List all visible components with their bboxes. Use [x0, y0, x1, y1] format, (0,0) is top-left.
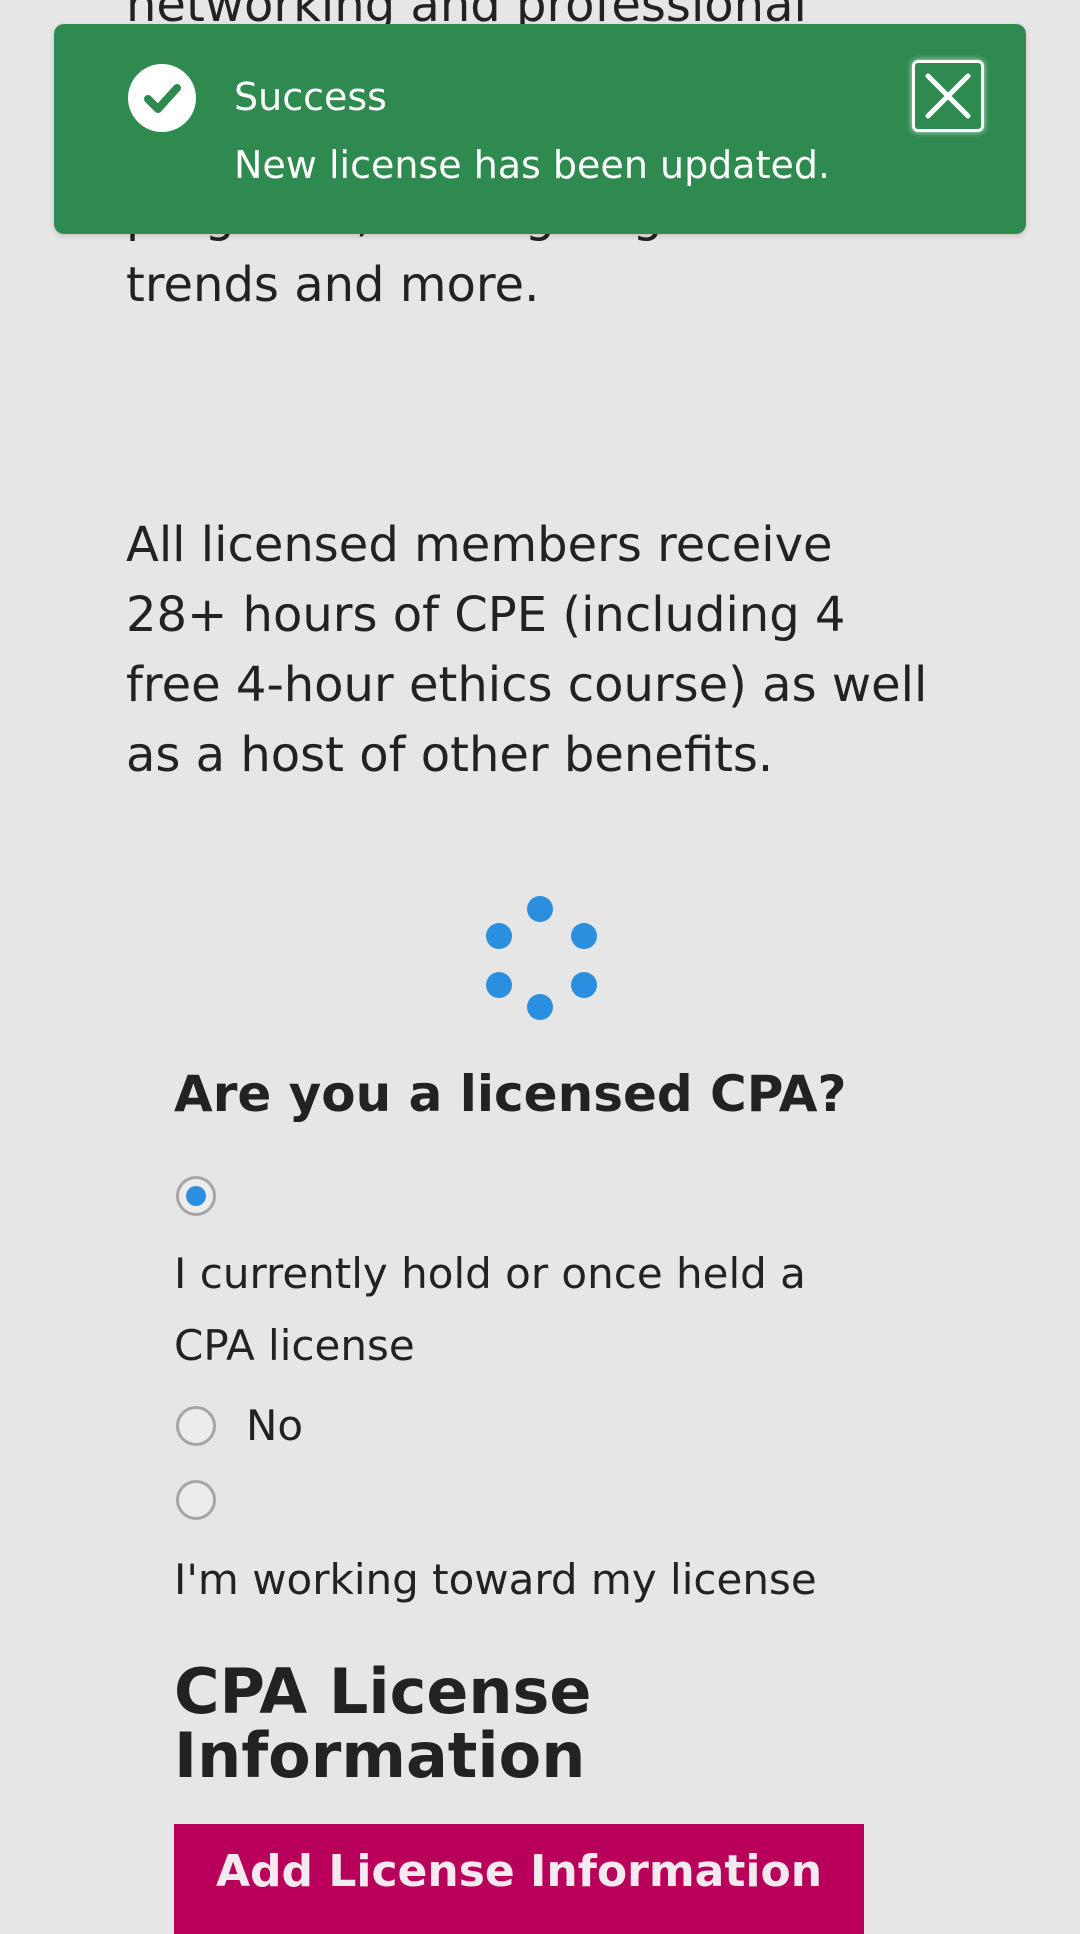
loading-spinner-icon — [480, 890, 600, 1020]
check-circle-icon — [128, 64, 196, 132]
spinner-dot — [571, 972, 597, 998]
success-toast: Success New license has been updated. — [54, 24, 1026, 234]
radio-licensed-cpa[interactable] — [176, 1176, 216, 1216]
radio-working-toward-license[interactable] — [176, 1480, 216, 1520]
intro-paragraph-cpe-benefits: All licensed members receive 28+ hours o… — [126, 517, 928, 783]
spinner-dot — [571, 923, 597, 949]
toast-message: New license has been updated. — [234, 143, 831, 187]
radio-label-working-toward-license[interactable]: I'm working toward my license — [174, 1544, 817, 1616]
licensed-cpa-question-heading: Are you a licensed CPA? — [174, 1065, 847, 1123]
radio-label-licensed-cpa[interactable]: I currently hold or once held a CPA lice… — [174, 1238, 874, 1382]
add-license-information-button[interactable]: Add License Information — [174, 1824, 864, 1934]
spinner-dot — [527, 896, 553, 922]
cpa-license-info-heading: CPA License Information — [174, 1655, 592, 1792]
toast-title: Success — [234, 75, 387, 119]
toast-close-button[interactable] — [912, 60, 984, 132]
spinner-dot — [486, 972, 512, 998]
radio-label-no[interactable]: No — [246, 1390, 303, 1462]
spinner-dot — [486, 923, 512, 949]
radio-no[interactable] — [176, 1406, 216, 1446]
spinner-dot — [527, 994, 553, 1020]
